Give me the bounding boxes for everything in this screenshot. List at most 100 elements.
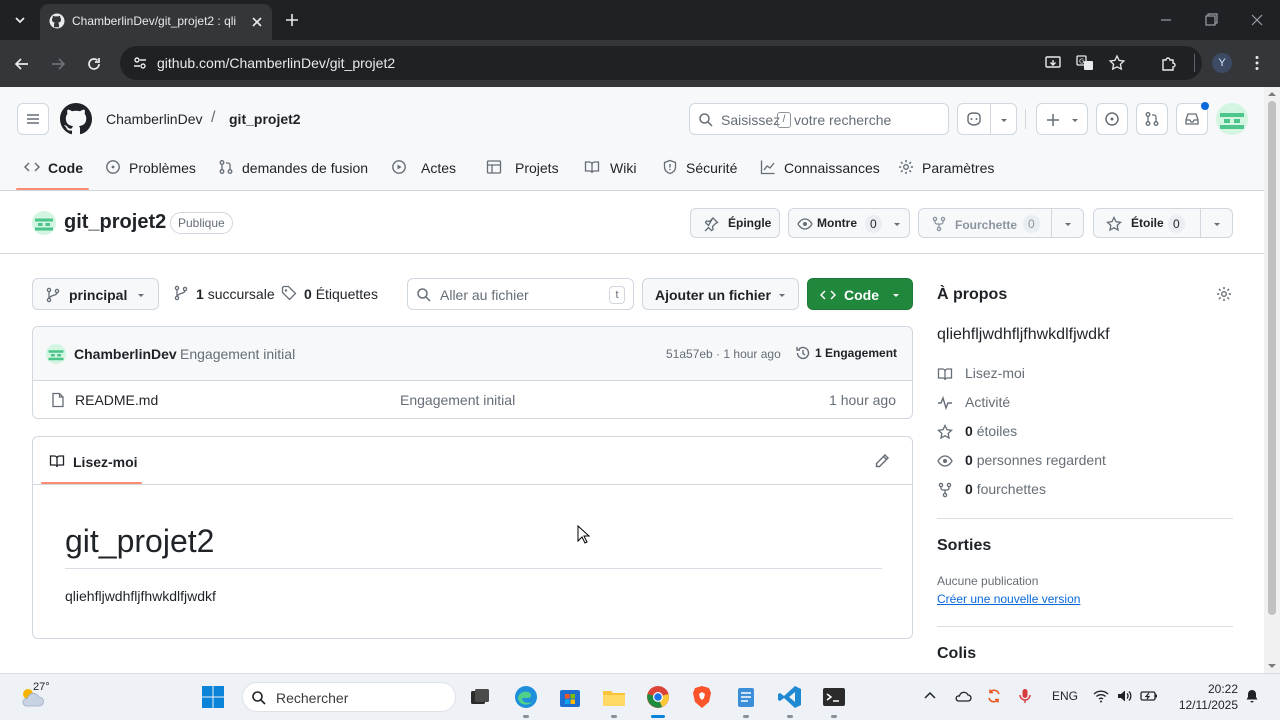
input-language[interactable]: ENG [1052,689,1078,703]
install-app-icon[interactable] [1044,54,1062,72]
breadcrumb-owner[interactable]: ChamberlinDev [106,111,202,127]
search-input[interactable]: Saisissez / votre recherche [689,103,949,135]
branches-link[interactable]: 1 succursale [196,286,275,302]
add-file-button[interactable]: Ajouter un fichier [642,278,799,310]
github-logo-icon[interactable] [60,103,92,135]
browser-toolbar: github.com/ChamberlinDev/git_projet2 G Y [0,40,1280,87]
scrollbar-thumb[interactable] [1268,101,1276,615]
address-bar[interactable]: github.com/ChamberlinDev/git_projet2 G [120,46,1202,80]
taskbar-edge[interactable] [512,683,540,718]
commit-message[interactable]: Engagement initial [180,346,295,362]
browser-tab[interactable]: ChamberlinDev/git_projet2 : qli [40,4,272,40]
file-name[interactable]: README.md [75,392,158,408]
file-table: ChamberlinDev Engagement initial 51a57eb… [32,326,913,419]
breadcrumb-repo[interactable]: git_projet2 [229,111,301,127]
commit-history-label: 1 Engagement [815,346,898,360]
svg-text:G: G [1079,58,1084,66]
minimize-icon[interactable] [1156,10,1176,30]
releases-title[interactable]: Sorties [937,537,991,555]
tab-security-label: Sécurité [686,160,738,176]
taskbar-file-explorer[interactable] [600,683,628,718]
more-vert-icon[interactable] [1248,54,1266,72]
sync-icon[interactable] [986,688,1002,704]
new-tab-icon[interactable] [282,10,302,30]
taskbar-search-label: Rechercher [276,690,349,706]
file-commit-message[interactable]: Engagement initial [400,392,515,408]
mouse-cursor-icon [577,525,591,544]
create-release-link[interactable]: Créer une nouvelle version [937,592,1080,606]
back-arrow-icon[interactable] [12,54,32,74]
page-scrollbar[interactable] [1264,87,1280,673]
taskbar-search[interactable]: Rechercher [242,682,456,712]
system-clock[interactable]: 20:22 12/11/2025 [1172,681,1238,713]
create-new-button[interactable] [1036,103,1088,135]
windows-taskbar: 27° Rechercher ENG 20:22 12/11/2025 [0,673,1280,720]
commit-author-avatar[interactable] [46,344,66,364]
commit-sha-time[interactable]: 51a57eb · 1 hour ago [666,347,781,361]
extensions-icon[interactable] [1160,54,1178,72]
triangle-down-icon [1072,119,1078,122]
tab-search-button[interactable] [8,9,32,31]
tab-pull-requests-label: demandes de fusion [242,160,369,176]
wifi-icon[interactable] [1093,688,1109,704]
copilot-button[interactable] [957,103,1017,135]
translate-icon[interactable]: G [1076,54,1094,72]
triangle-down-icon [1214,223,1220,226]
taskbar-terminal[interactable] [820,683,848,718]
volume-icon[interactable] [1116,688,1132,704]
site-info-icon[interactable] [132,55,148,71]
taskbar-notepad[interactable] [732,683,760,718]
pull-requests-button[interactable] [1136,103,1168,135]
table-row[interactable]: README.md Engagement initial 1 hour ago [33,381,912,418]
tags-link[interactable]: 0 Étiquettes [304,286,378,302]
active-tab-indicator [41,482,142,484]
code-button-label: Code [844,287,879,303]
menu-button[interactable] [17,103,49,135]
notification-bell-icon[interactable] [1244,688,1260,704]
issues-button[interactable] [1096,103,1128,135]
profile-avatar[interactable]: Y [1212,53,1232,73]
taskbar-chrome[interactable] [644,683,672,718]
triangle-down-icon [1065,223,1071,226]
restore-icon[interactable] [1201,10,1221,30]
reload-icon[interactable] [84,54,104,74]
tab-settings-label: Paramètres [922,160,995,176]
scroll-up-icon[interactable] [1268,90,1276,98]
bookmark-star-icon[interactable] [1108,54,1126,72]
watch-label: Montre [817,216,857,230]
onedrive-cloud-icon[interactable] [954,688,972,704]
scroll-down-icon[interactable] [1268,662,1276,670]
pull-request-icon [1145,112,1159,126]
gear-icon[interactable] [1216,286,1232,302]
forward-arrow-icon[interactable] [48,54,68,74]
repo-title-row: git_projet2 Publique Épingle Montre 0 Fo… [0,191,1264,254]
commit-author[interactable]: ChamberlinDev [74,346,177,362]
sidebar-divider [937,626,1233,627]
battery-charging-icon[interactable] [1140,688,1158,704]
repo-name[interactable]: git_projet2 [64,211,166,234]
packages-title[interactable]: Colis [937,645,976,663]
pencil-icon[interactable] [874,453,890,469]
chevron-up-icon[interactable] [922,688,938,704]
issue-icon [106,160,120,174]
weather-temperature: 27° [33,681,50,693]
taskbar-vscode[interactable] [776,683,804,718]
close-icon[interactable] [248,13,266,31]
taskbar-task-view[interactable] [466,683,494,711]
graph-icon [760,160,775,175]
pin-button[interactable]: Épingle [690,208,780,238]
forks-label: fourchettes [976,481,1046,497]
window-close-icon[interactable] [1247,10,1267,30]
branch-selector[interactable]: principal [32,278,159,310]
user-avatar[interactable] [1216,103,1248,135]
taskbar-brave[interactable] [688,683,716,711]
windows-start-icon[interactable] [201,685,225,709]
microphone-icon[interactable] [1018,688,1032,704]
star-button[interactable]: Étoile 0 [1093,208,1233,238]
running-indicator [743,715,749,718]
watch-button[interactable]: Montre 0 [788,208,910,238]
fork-button[interactable]: Fourchette 0 [918,208,1084,238]
taskbar-store[interactable] [556,683,584,711]
go-to-file-input[interactable]: Aller au fichier t [407,278,634,310]
code-download-button[interactable]: Code [807,278,913,310]
